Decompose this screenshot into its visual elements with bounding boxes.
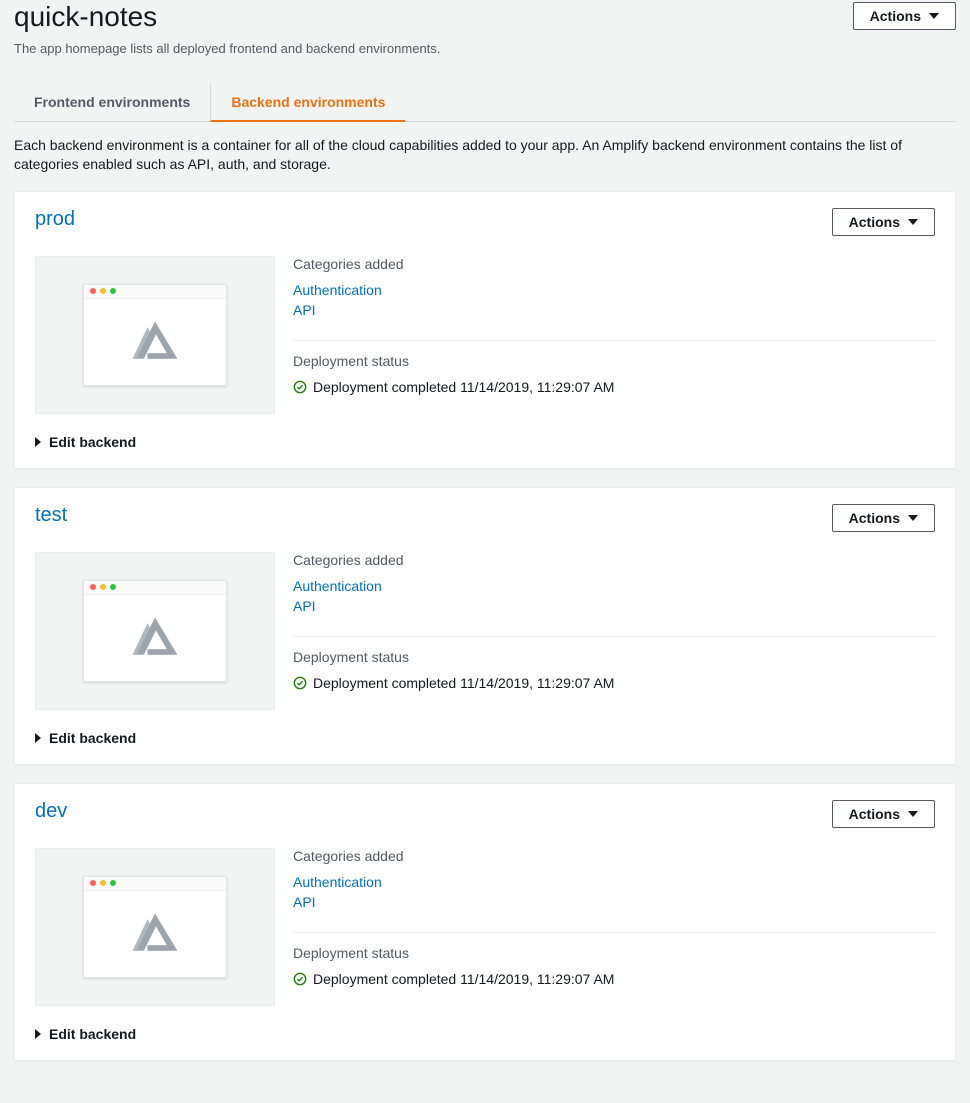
- env-card-body: Categories added Authentication API Depl…: [35, 848, 935, 1006]
- deployment-status-section: Deployment status Deployment completed 1…: [293, 353, 935, 395]
- page-title-block: quick-notes The app homepage lists all d…: [14, 2, 440, 56]
- edit-backend-toggle[interactable]: Edit backend: [35, 434, 136, 450]
- env-details: Categories added Authentication API Depl…: [293, 848, 935, 1006]
- env-actions-label: Actions: [849, 806, 900, 822]
- env-card-body: Categories added Authentication API Depl…: [35, 552, 935, 710]
- browser-window-icon: [83, 580, 227, 682]
- tab-frontend-environments[interactable]: Frontend environments: [14, 84, 210, 122]
- window-dot-red-icon: [90, 880, 96, 886]
- env-card-dev: dev Actions: [14, 783, 956, 1061]
- status-success-icon: [293, 380, 307, 394]
- categories-row: Authentication API: [293, 578, 935, 637]
- caret-down-icon: [908, 811, 918, 817]
- amplify-logo-icon: [127, 614, 183, 662]
- env-name-link[interactable]: prod: [35, 208, 75, 231]
- edit-backend-label: Edit backend: [49, 730, 136, 746]
- categories-column: Authentication API: [293, 282, 469, 322]
- env-card-prod: prod Actions: [14, 191, 956, 469]
- caret-down-icon: [908, 515, 918, 521]
- categories-column: Authentication API: [293, 874, 469, 914]
- env-thumbnail: [35, 552, 275, 710]
- deployment-status-label: Deployment status: [293, 945, 935, 961]
- category-authentication-link[interactable]: Authentication: [293, 282, 453, 298]
- env-name-link[interactable]: test: [35, 504, 67, 527]
- deployment-status-label: Deployment status: [293, 649, 935, 665]
- amplify-logo-icon: [127, 318, 183, 366]
- window-title-bar: [84, 581, 226, 595]
- window-dot-green-icon: [110, 288, 116, 294]
- window-title-bar: [84, 285, 226, 299]
- env-details: Categories added Authentication API Depl…: [293, 256, 935, 414]
- deployment-status-text: Deployment completed 11/14/2019, 11:29:0…: [313, 971, 614, 987]
- category-api-link[interactable]: API: [293, 598, 453, 614]
- caret-down-icon: [908, 219, 918, 225]
- category-authentication-link[interactable]: Authentication: [293, 874, 453, 890]
- env-thumbnail: [35, 848, 275, 1006]
- caret-right-icon: [35, 1029, 41, 1039]
- tab-description: Each backend environment is a container …: [14, 136, 956, 175]
- window-dot-red-icon: [90, 288, 96, 294]
- env-card-header: prod Actions: [35, 208, 935, 236]
- page-subtitle: The app homepage lists all deployed fron…: [14, 41, 440, 56]
- categories-added-label: Categories added: [293, 848, 935, 864]
- deployment-status-line: Deployment completed 11/14/2019, 11:29:0…: [293, 675, 935, 691]
- env-thumbnail: [35, 256, 275, 414]
- deployment-status-line: Deployment completed 11/14/2019, 11:29:0…: [293, 379, 935, 395]
- window-body: [84, 595, 226, 681]
- window-dot-yellow-icon: [100, 288, 106, 294]
- category-authentication-link[interactable]: Authentication: [293, 578, 453, 594]
- browser-window-icon: [83, 284, 227, 386]
- env-actions-label: Actions: [849, 214, 900, 230]
- env-details: Categories added Authentication API Depl…: [293, 552, 935, 710]
- caret-right-icon: [35, 437, 41, 447]
- env-name-link[interactable]: dev: [35, 800, 67, 823]
- page-header: quick-notes The app homepage lists all d…: [14, 0, 956, 56]
- caret-right-icon: [35, 733, 41, 743]
- category-api-link[interactable]: API: [293, 894, 453, 910]
- env-card-test: test Actions: [14, 487, 956, 765]
- amplify-logo-icon: [127, 910, 183, 958]
- env-actions-button[interactable]: Actions: [832, 504, 935, 532]
- env-actions-label: Actions: [849, 510, 900, 526]
- browser-window-icon: [83, 876, 227, 978]
- window-dot-green-icon: [110, 880, 116, 886]
- categories-row: Authentication API: [293, 874, 935, 933]
- status-success-icon: [293, 676, 307, 690]
- env-actions-button[interactable]: Actions: [832, 208, 935, 236]
- edit-backend-label: Edit backend: [49, 434, 136, 450]
- env-card-header: test Actions: [35, 504, 935, 532]
- page-title: quick-notes: [14, 2, 440, 33]
- tab-bar: Frontend environments Backend environmen…: [14, 84, 956, 122]
- window-dot-red-icon: [90, 584, 96, 590]
- env-card-header: dev Actions: [35, 800, 935, 828]
- tab-backend-environments[interactable]: Backend environments: [210, 84, 405, 122]
- categories-row: Authentication API: [293, 282, 935, 341]
- env-card-body: Categories added Authentication API Depl…: [35, 256, 935, 414]
- status-success-icon: [293, 972, 307, 986]
- page-actions-label: Actions: [870, 8, 921, 24]
- edit-backend-toggle[interactable]: Edit backend: [35, 1026, 136, 1042]
- categories-added-label: Categories added: [293, 552, 935, 568]
- edit-backend-toggle[interactable]: Edit backend: [35, 730, 136, 746]
- window-dot-green-icon: [110, 584, 116, 590]
- page-actions-button[interactable]: Actions: [853, 2, 956, 30]
- window-title-bar: [84, 877, 226, 891]
- deployment-status-section: Deployment status Deployment completed 1…: [293, 649, 935, 691]
- window-dot-yellow-icon: [100, 880, 106, 886]
- window-body: [84, 891, 226, 977]
- categories-column: Authentication API: [293, 578, 469, 618]
- category-api-link[interactable]: API: [293, 302, 453, 318]
- deployment-status-label: Deployment status: [293, 353, 935, 369]
- deployment-status-section: Deployment status Deployment completed 1…: [293, 945, 935, 987]
- env-actions-button[interactable]: Actions: [832, 800, 935, 828]
- caret-down-icon: [929, 13, 939, 19]
- deployment-status-text: Deployment completed 11/14/2019, 11:29:0…: [313, 379, 614, 395]
- window-body: [84, 299, 226, 385]
- categories-added-label: Categories added: [293, 256, 935, 272]
- window-dot-yellow-icon: [100, 584, 106, 590]
- deployment-status-line: Deployment completed 11/14/2019, 11:29:0…: [293, 971, 935, 987]
- edit-backend-label: Edit backend: [49, 1026, 136, 1042]
- deployment-status-text: Deployment completed 11/14/2019, 11:29:0…: [313, 675, 614, 691]
